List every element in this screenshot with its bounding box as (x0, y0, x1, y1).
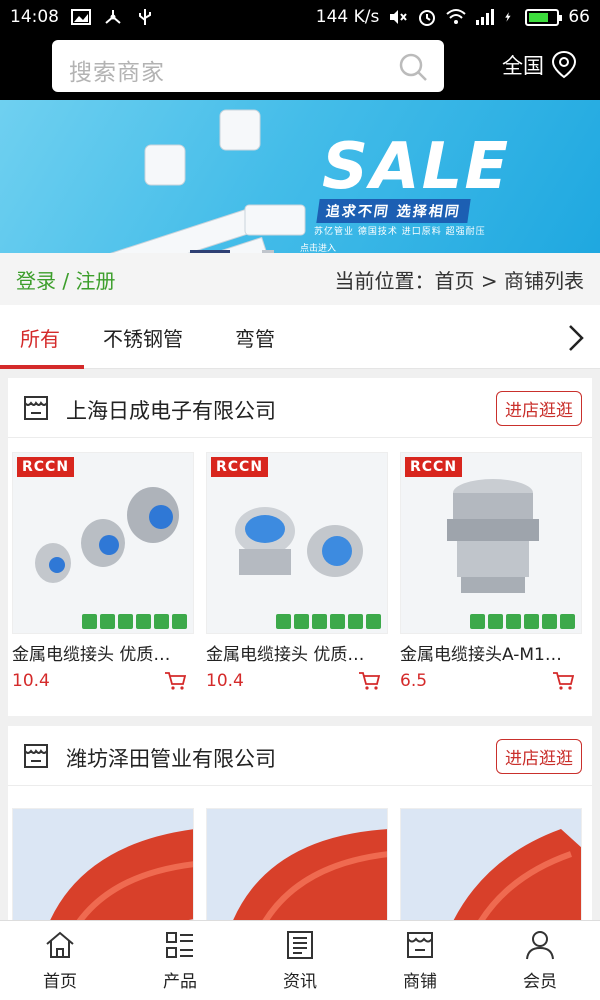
red-elbow-pipe-photo (50, 829, 193, 920)
network-speed: 144 K/s (315, 7, 380, 27)
product-card[interactable]: RCCN 金属电缆接头 优质… 10.4 (206, 452, 388, 691)
cable-gland-photo (35, 487, 179, 583)
product-name[interactable]: 金属电缆接头 优质… (12, 640, 190, 665)
breadcrumb: 当前位置：首页 > 商铺列表 (334, 269, 584, 293)
search-icon[interactable] (398, 52, 428, 82)
shop-card: 上海日成电子有限公司 进店逛逛 RCCN 金属电缆接头 优质… 10.4 RCC… (8, 378, 592, 716)
product-card[interactable]: RCCN 金属电缆接头 优质… 10.4 (12, 452, 194, 691)
chevron-right-icon[interactable] (566, 323, 586, 353)
banner-slogan: 追求不同 选择相同 (316, 199, 471, 223)
news-icon (287, 931, 313, 959)
product-card[interactable] (12, 808, 194, 920)
product-image[interactable] (12, 808, 194, 920)
search-input[interactable]: 搜索商家 (69, 53, 165, 87)
tab-elbow[interactable]: 弯管 (235, 323, 275, 352)
certification-badges (276, 614, 381, 629)
shop-header: 潍坊泽田管业有限公司 进店逛逛 (8, 726, 592, 786)
nav-label: 资讯 (283, 972, 317, 992)
login-register-link[interactable]: 登录 / 注册 (16, 265, 115, 294)
nav-home[interactable]: 首页 (0, 929, 120, 992)
product-image[interactable]: RCCN (400, 452, 582, 634)
brand-logo: RCCN (211, 457, 269, 477)
app-header: 搜索商家 全国 (0, 34, 600, 100)
product-card[interactable] (206, 808, 388, 920)
home-icon (46, 931, 74, 958)
cable-gland-photo (235, 507, 363, 577)
status-bar: 14:08 144 K/s 66 (0, 0, 600, 34)
nav-label: 商铺 (403, 972, 437, 992)
bottom-nav: 首页 产品 资讯 商铺 会员 (0, 920, 600, 1000)
visit-shop-button[interactable]: 进店逛逛 (496, 739, 582, 774)
tab-active-indicator (0, 365, 84, 369)
status-time: 14:08 (10, 7, 59, 27)
product-image[interactable]: RCCN (206, 452, 388, 634)
product-image[interactable] (206, 808, 388, 920)
nav-products[interactable]: 产品 (120, 929, 240, 992)
user-icon (526, 931, 554, 960)
banner-headline: SALE (322, 130, 511, 204)
region-label[interactable]: 全国 (502, 50, 544, 80)
product-name[interactable]: 金属电缆接头A-M1… (400, 640, 578, 665)
cart-icon[interactable] (358, 671, 380, 691)
image-notification-icon (71, 9, 91, 25)
product-card[interactable]: RCCN 金属电缆接头A-M1… 6.5 (400, 452, 582, 691)
breadcrumb-bar: 登录 / 注册 当前位置：首页 > 商铺列表 (0, 253, 600, 305)
certification-badges (470, 614, 575, 629)
promo-banner[interactable]: SALE 追求不同 选择相同 苏亿管业 德国技术 进口原料 超强耐压 点击进入 (0, 100, 600, 253)
tab-all[interactable]: 所有 (20, 323, 60, 352)
brand-logo: RCCN (405, 457, 463, 477)
nav-shops[interactable]: 商铺 (360, 929, 480, 992)
cart-icon[interactable] (164, 671, 186, 691)
region-selector[interactable]: 全国 (502, 50, 578, 80)
charging-icon (505, 12, 511, 22)
brand-logo: RCCN (17, 457, 75, 477)
shop-name[interactable]: 潍坊泽田管业有限公司 (66, 743, 276, 773)
mute-icon (390, 10, 408, 24)
nav-label: 产品 (163, 972, 197, 992)
banner-tags: 苏亿管业 德国技术 进口原料 超强耐压 (314, 227, 486, 237)
usb-icon (139, 9, 151, 25)
shop-icon (407, 932, 433, 958)
product-image[interactable] (400, 808, 582, 920)
network-share-icon (105, 10, 121, 24)
battery-icon (525, 8, 563, 26)
cable-gland-photo (447, 479, 539, 593)
red-elbow-pipe-photo (453, 829, 581, 920)
alarm-icon (419, 10, 436, 26)
battery-level: 66 (568, 7, 590, 27)
nav-news[interactable]: 资讯 (240, 929, 360, 992)
product-image[interactable]: RCCN (12, 452, 194, 634)
nav-label: 会员 (523, 972, 557, 992)
nav-member[interactable]: 会员 (480, 929, 600, 992)
wifi-icon (446, 9, 467, 24)
product-card[interactable] (400, 808, 582, 920)
visit-shop-button[interactable]: 进店逛逛 (496, 391, 582, 426)
nav-label: 首页 (43, 972, 77, 992)
banner-pipes-image (89, 109, 306, 253)
certification-badges (82, 614, 187, 629)
category-tabs: 所有 不锈钢管 弯管 (0, 305, 600, 369)
shop-header: 上海日成电子有限公司 进店逛逛 (8, 378, 592, 438)
signal-icon (476, 9, 495, 25)
product-name[interactable]: 金属电缆接头 优质… (206, 640, 384, 665)
shop-name[interactable]: 上海日成电子有限公司 (66, 395, 276, 425)
location-pin-icon[interactable] (550, 50, 578, 80)
cart-icon[interactable] (552, 671, 574, 691)
search-box[interactable]: 搜索商家 (52, 40, 444, 92)
tab-stainless-pipe[interactable]: 不锈钢管 (103, 323, 183, 352)
banner-enter-link[interactable]: 点击进入 (300, 241, 336, 253)
red-elbow-pipe-photo (233, 829, 387, 920)
list-icon (166, 932, 193, 958)
shop-card: 潍坊泽田管业有限公司 进店逛逛 (8, 726, 592, 920)
store-icon (24, 744, 48, 768)
store-icon (24, 396, 48, 420)
